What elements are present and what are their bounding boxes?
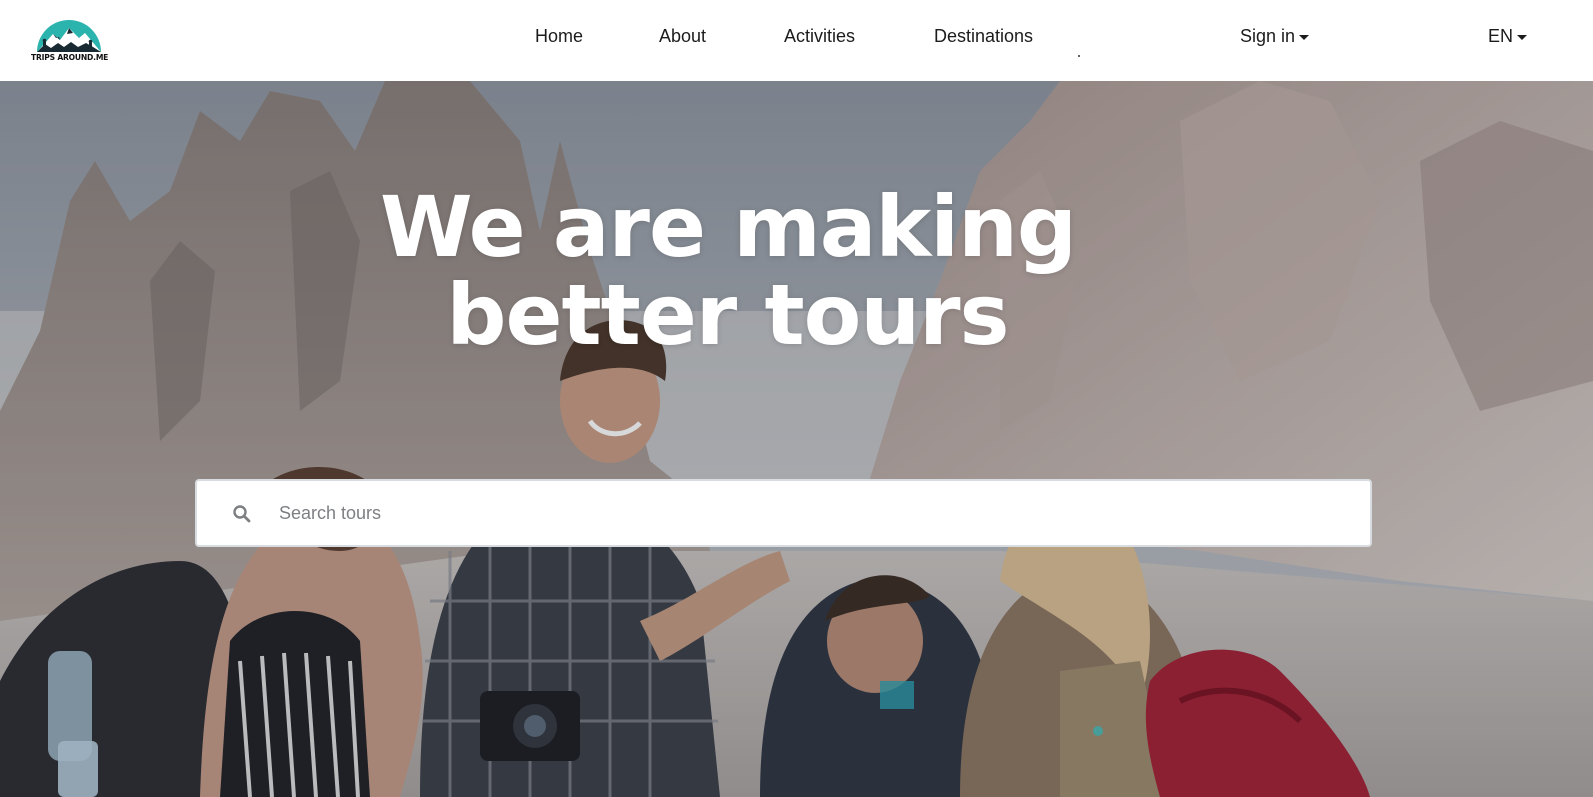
nav-destinations[interactable]: Destinations (934, 26, 1033, 47)
sign-in-label: Sign in (1240, 26, 1296, 46)
logo-text: TRIPS AROUND.ME (31, 53, 109, 62)
hero-section: We are making better tours (0, 81, 1593, 797)
logo-mountain-icon (37, 20, 101, 52)
search-icon[interactable] (233, 505, 251, 523)
caret-down-icon (1517, 34, 1528, 40)
nav-activities[interactable]: Activities (784, 26, 855, 47)
hero-headline-line-1: We are making (380, 178, 1077, 276)
caret-down-icon (1299, 34, 1310, 40)
language-dropdown[interactable]: EN (1488, 26, 1528, 47)
search-input[interactable] (279, 491, 1339, 535)
hero-headline: We are making better tours (380, 178, 1077, 364)
language-label: EN (1488, 26, 1514, 46)
nav-home[interactable]: Home (535, 26, 583, 47)
hero-headline-line-2: better tours (446, 266, 1009, 364)
site-header: TRIPS AROUND.ME Home About Activities De… (0, 0, 1593, 81)
logo[interactable]: TRIPS AROUND.ME (31, 16, 109, 64)
search-box (195, 479, 1372, 547)
decorative-dot (1078, 55, 1080, 57)
nav-about[interactable]: About (659, 26, 706, 47)
sign-in-dropdown[interactable]: Sign in (1240, 26, 1310, 47)
